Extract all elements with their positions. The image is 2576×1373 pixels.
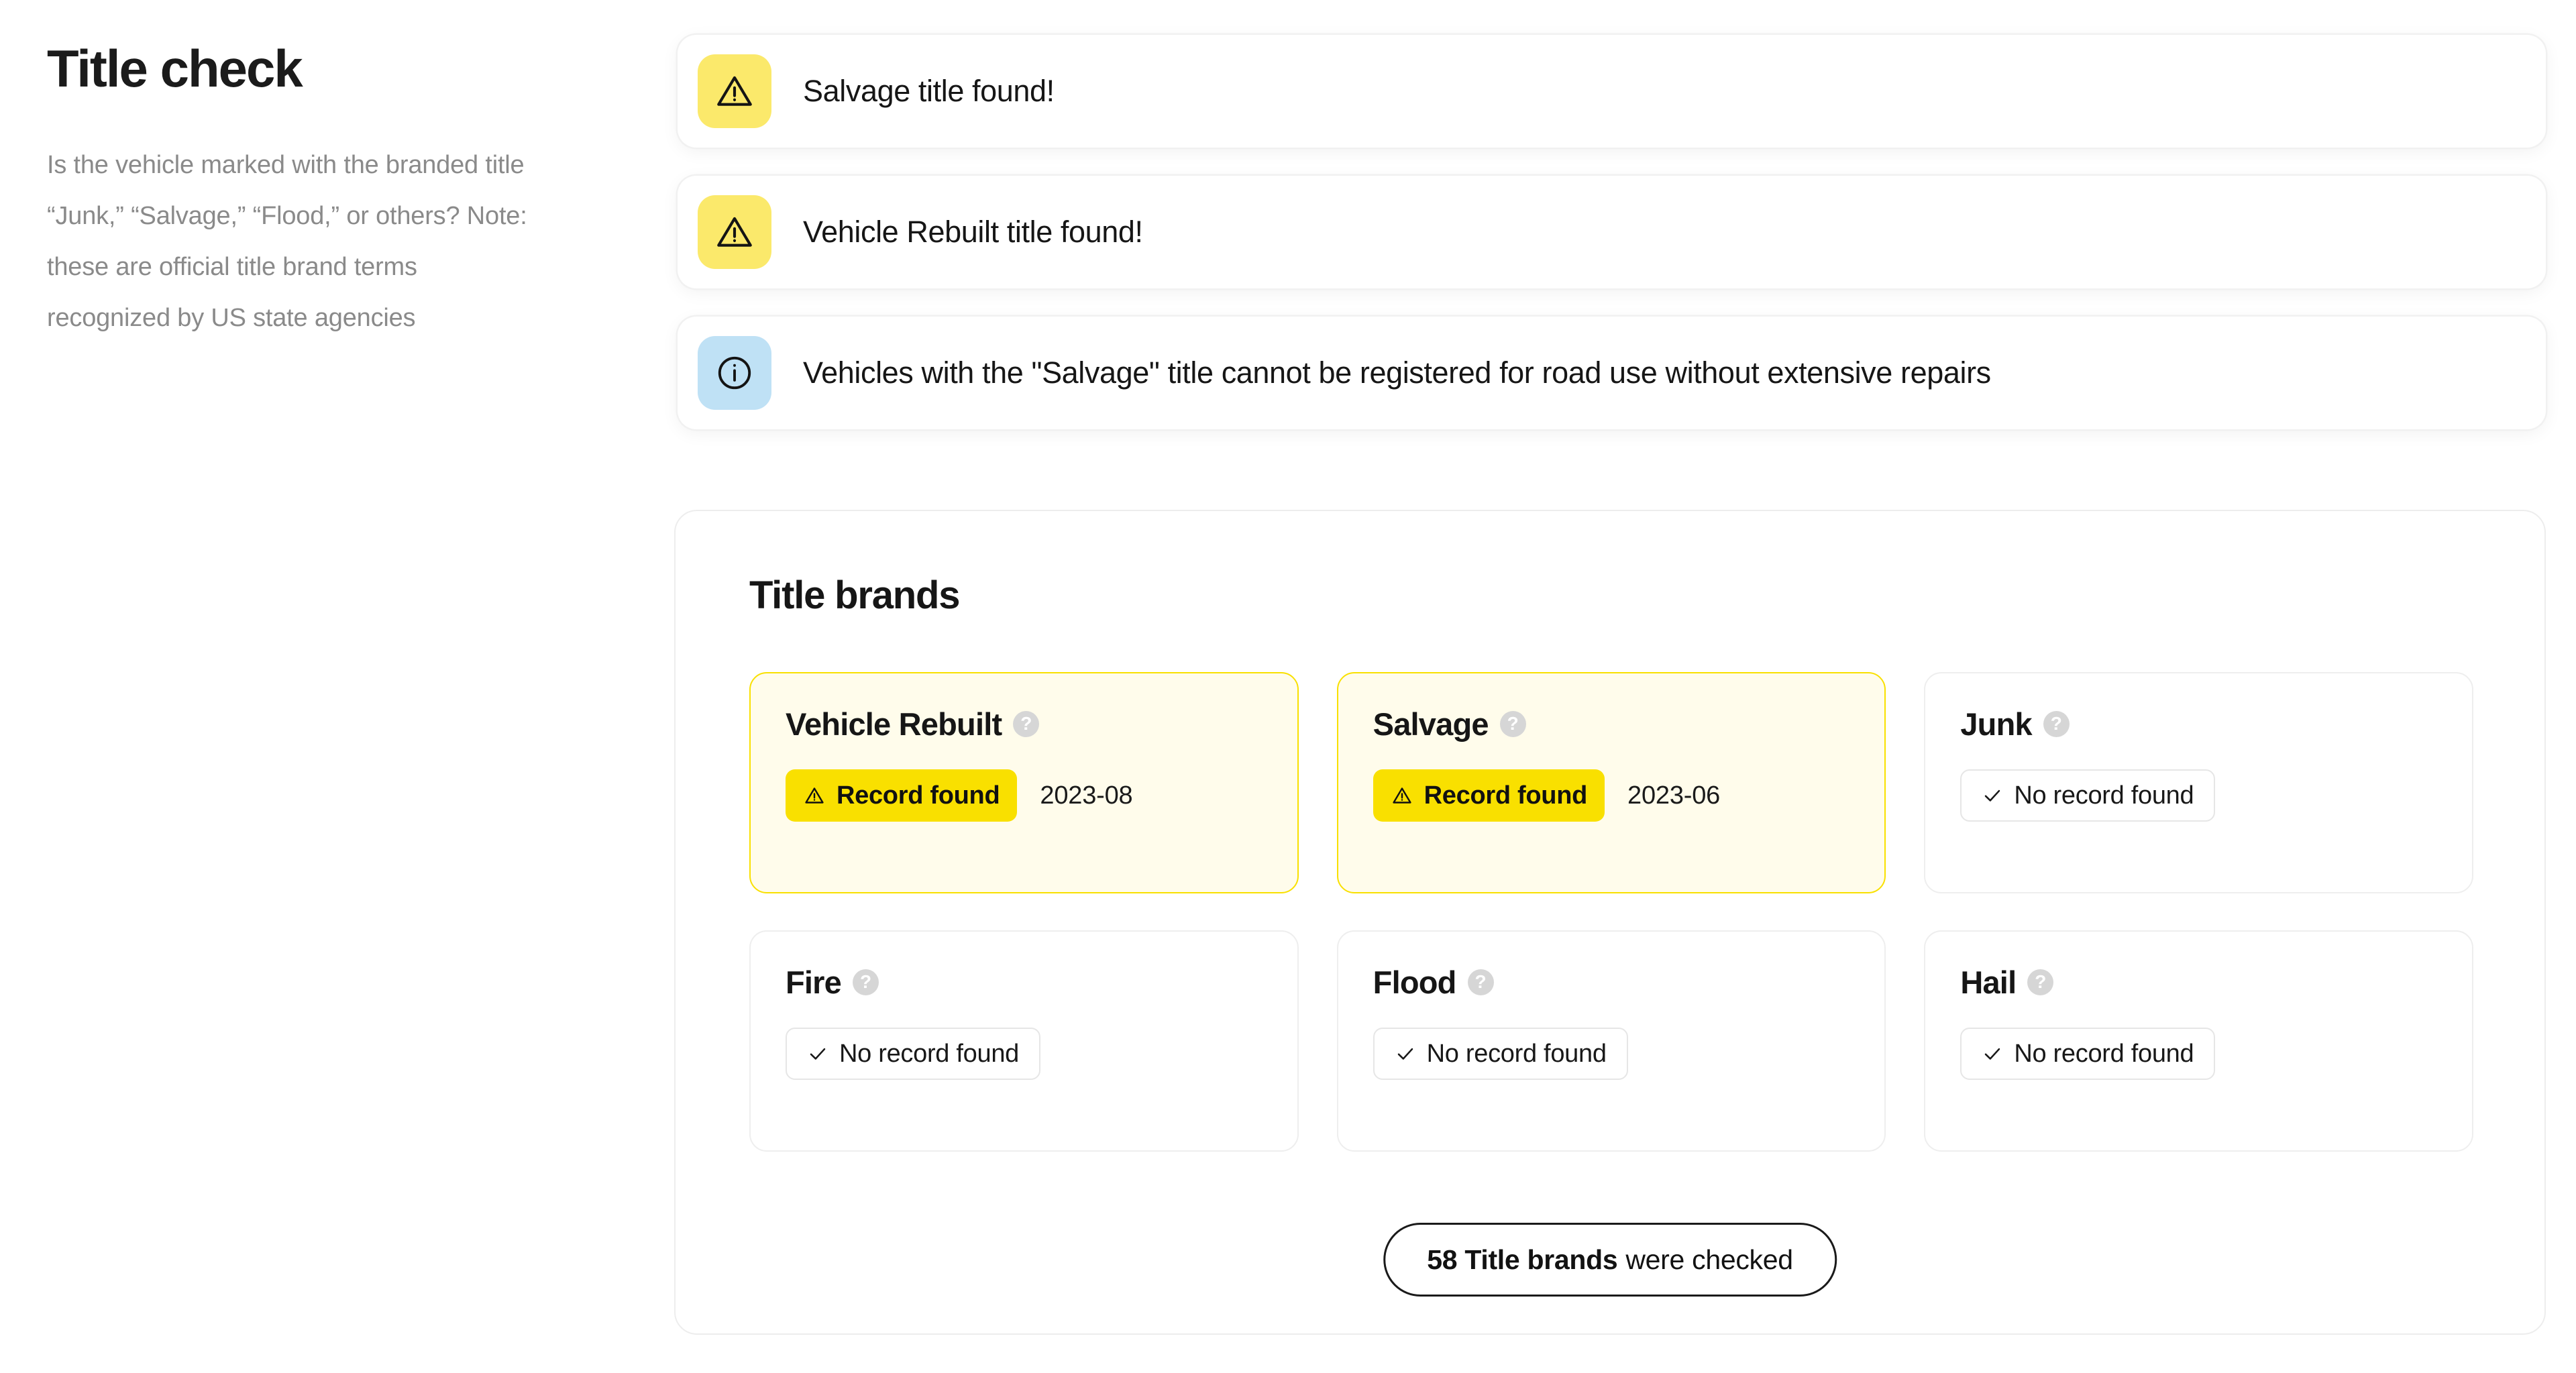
brand-title-row: Flood ? (1373, 964, 1850, 1001)
check-icon (1395, 1043, 1416, 1064)
brand-card-salvage[interactable]: Salvage ? Record found 2023-06 (1337, 672, 1886, 893)
status-badge-record-found: Record found (786, 769, 1017, 822)
status-badge-no-record: No record found (786, 1028, 1040, 1080)
brand-name: Fire (786, 964, 841, 1001)
status-badge-label: Record found (1424, 781, 1587, 810)
brand-card-hail[interactable]: Hail ? No record found (1924, 930, 2473, 1152)
brand-name: Hail (1960, 964, 2016, 1001)
check-icon (1982, 1043, 2003, 1064)
alert-text: Salvage title found! (803, 74, 1055, 109)
record-date: 2023-08 (1040, 781, 1132, 810)
brand-name: Flood (1373, 964, 1456, 1001)
title-check-page: Title check Is the vehicle marked with t… (0, 0, 2576, 1373)
main-content: Salvage title found! Vehicle Rebuilt tit… (674, 0, 2546, 1373)
record-date: 2023-06 (1627, 781, 1720, 810)
help-icon[interactable]: ? (1013, 711, 1039, 737)
brand-status-row: Record found 2023-08 (786, 769, 1263, 822)
brand-card-junk[interactable]: Junk ? No record found (1924, 672, 2473, 893)
brands-checked-suffix: were checked (1625, 1244, 1792, 1276)
brand-title-row: Junk ? (1960, 706, 2437, 743)
status-badge-label: No record found (839, 1040, 1019, 1068)
alert-list: Salvage title found! Vehicle Rebuilt tit… (678, 35, 2546, 457)
brand-card-fire[interactable]: Fire ? No record found (749, 930, 1299, 1152)
brand-status-row: No record found (786, 1028, 1263, 1080)
title-brands-grid: Vehicle Rebuilt ? Record found 20 (749, 672, 2473, 1152)
warning-triangle-icon (698, 54, 771, 128)
help-icon[interactable]: ? (1468, 969, 1494, 995)
warning-triangle-icon (803, 784, 826, 807)
warning-triangle-icon (1391, 784, 1413, 807)
help-icon[interactable]: ? (1500, 711, 1526, 737)
page-title: Title check (47, 42, 557, 97)
title-brands-panel: Title brands Vehicle Rebuilt ? (674, 510, 2546, 1335)
warning-triangle-icon (698, 195, 771, 269)
status-badge-label: No record found (2014, 781, 2194, 810)
brands-checked-count: 58 Title brands (1427, 1244, 1617, 1276)
section-intro: Title check Is the vehicle marked with t… (47, 42, 557, 343)
page-description: Is the vehicle marked with the branded t… (47, 140, 530, 343)
alert-banner-salvage-title: Salvage title found! (678, 35, 2546, 148)
alert-banner-vehicle-rebuilt-title: Vehicle Rebuilt title found! (678, 176, 2546, 288)
help-icon[interactable]: ? (2043, 711, 2070, 737)
brand-card-vehicle-rebuilt[interactable]: Vehicle Rebuilt ? Record found 20 (749, 672, 1299, 893)
info-circle-icon (698, 336, 771, 410)
status-badge-label: No record found (1427, 1040, 1607, 1068)
brand-status-row: No record found (1960, 769, 2437, 822)
status-badge-record-found: Record found (1373, 769, 1605, 822)
check-icon (1982, 785, 2003, 806)
brand-name: Junk (1960, 706, 2032, 743)
brand-status-row: No record found (1960, 1028, 2437, 1080)
brand-card-flood[interactable]: Flood ? No record found (1337, 930, 1886, 1152)
brand-title-row: Hail ? (1960, 964, 2437, 1001)
status-badge-no-record: No record found (1960, 1028, 2215, 1080)
status-badge-no-record: No record found (1373, 1028, 1628, 1080)
brand-status-row: No record found (1373, 1028, 1850, 1080)
brand-title-row: Salvage ? (1373, 706, 1850, 743)
brand-status-row: Record found 2023-06 (1373, 769, 1850, 822)
status-badge-label: No record found (2014, 1040, 2194, 1068)
title-brands-heading: Title brands (749, 573, 959, 618)
status-badge-no-record: No record found (1960, 769, 2215, 822)
alert-text: Vehicle Rebuilt title found! (803, 215, 1143, 250)
brand-name: Salvage (1373, 706, 1489, 743)
alert-banner-salvage-info: Vehicles with the "Salvage" title cannot… (678, 317, 2546, 429)
help-icon[interactable]: ? (2027, 969, 2053, 995)
brand-name: Vehicle Rebuilt (786, 706, 1002, 743)
status-badge-label: Record found (837, 781, 1000, 810)
brand-title-row: Fire ? (786, 964, 1263, 1001)
brand-title-row: Vehicle Rebuilt ? (786, 706, 1263, 743)
check-icon (807, 1043, 828, 1064)
brands-checked-pill[interactable]: 58 Title brands were checked (1383, 1223, 1837, 1297)
alert-text: Vehicles with the "Salvage" title cannot… (803, 355, 1991, 390)
help-icon[interactable]: ? (853, 969, 879, 995)
